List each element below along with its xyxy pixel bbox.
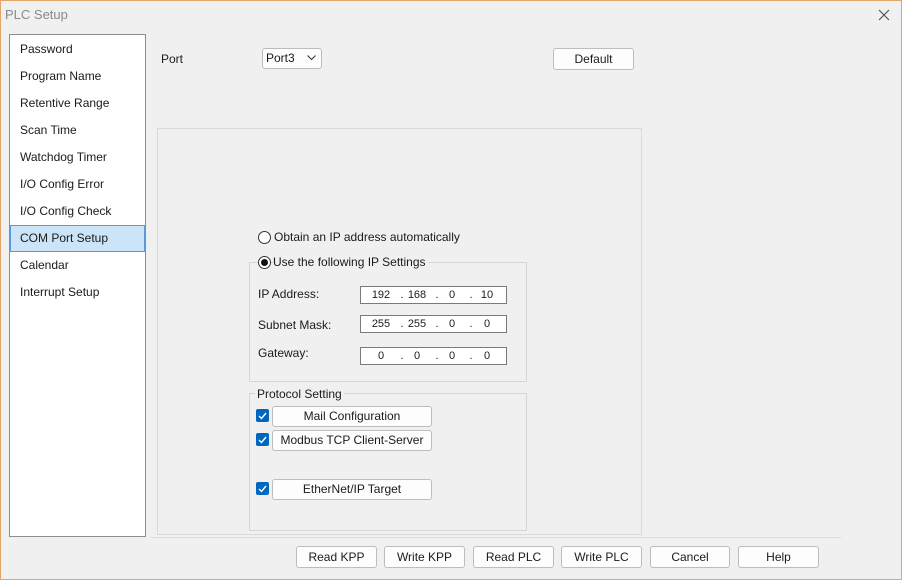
subnet-mask-label: Subnet Mask: [258, 318, 332, 332]
mask-octet-3: 0 [448, 318, 456, 330]
modbus-tcp-button[interactable]: Modbus TCP Client-Server [272, 430, 432, 451]
ip-octet-1: 192 [371, 289, 391, 301]
ethernet-ip-target-button[interactable]: EtherNet/IP Target [272, 479, 432, 500]
nav-item-retentive-range[interactable]: Retentive Range [10, 90, 145, 117]
nav-item-password[interactable]: Password [10, 36, 145, 63]
ip-separator: . [469, 318, 473, 330]
gateway-octet-1: 0 [377, 350, 385, 362]
write-plc-button[interactable]: Write PLC [561, 546, 642, 568]
port-select-value: Port3 [266, 51, 295, 65]
nav-item-scan-time[interactable]: Scan Time [10, 117, 145, 144]
nav-item-program-name[interactable]: Program Name [10, 63, 145, 90]
close-icon [878, 9, 890, 21]
checkmark-icon [258, 485, 267, 493]
plc-setup-window: PLC Setup Password Program Name Retentiv… [0, 0, 902, 580]
close-button[interactable] [873, 4, 895, 26]
nav-item-io-config-error[interactable]: I/O Config Error [10, 171, 145, 198]
chevron-down-icon [307, 55, 316, 61]
title-bar: PLC Setup [1, 1, 901, 29]
manual-ip-radio[interactable] [258, 256, 271, 269]
nav-item-com-port-setup[interactable]: COM Port Setup [10, 225, 145, 252]
modbus-checkbox[interactable] [256, 433, 269, 446]
nav-item-io-config-check[interactable]: I/O Config Check [10, 198, 145, 225]
gateway-octet-4: 0 [483, 350, 491, 362]
port-select[interactable]: Port3 [262, 48, 322, 69]
gateway-octet-3: 0 [448, 350, 456, 362]
mail-checkbox[interactable] [256, 409, 269, 422]
ip-separator: . [469, 289, 473, 301]
default-button[interactable]: Default [553, 48, 634, 70]
ip-address-input[interactable]: 192 . 168 . 0 . 10 [360, 286, 507, 304]
help-button[interactable]: Help [738, 546, 819, 568]
read-plc-button[interactable]: Read PLC [473, 546, 554, 568]
checkmark-icon [258, 412, 267, 420]
port-label: Port [161, 52, 184, 66]
protocol-setting-title: Protocol Setting [255, 387, 344, 401]
nav-item-watchdog-timer[interactable]: Watchdog Timer [10, 144, 145, 171]
mask-octet-2: 255 [407, 318, 427, 330]
ip-octet-4: 10 [480, 289, 494, 301]
mask-octet-4: 0 [483, 318, 491, 330]
mail-configuration-button[interactable]: Mail Configuration [272, 406, 432, 427]
ip-octet-2: 168 [407, 289, 427, 301]
subnet-mask-input[interactable]: 255 . 255 . 0 . 0 [360, 315, 507, 333]
ip-separator: . [469, 350, 473, 362]
ip-address-label: IP Address: [258, 287, 320, 301]
gateway-label: Gateway: [258, 346, 309, 360]
footer-divider [151, 537, 841, 538]
read-kpp-button[interactable]: Read KPP [296, 546, 377, 568]
gateway-input[interactable]: 0 . 0 . 0 . 0 [360, 347, 507, 365]
auto-ip-label: Obtain an IP address automatically [274, 230, 460, 244]
write-kpp-button[interactable]: Write KPP [384, 546, 465, 568]
checkmark-icon [258, 436, 267, 444]
ethernet-ip-checkbox[interactable] [256, 482, 269, 495]
manual-ip-label: Use the following IP Settings [273, 255, 428, 269]
nav-item-calendar[interactable]: Calendar [10, 252, 145, 279]
auto-ip-radio[interactable] [258, 231, 271, 244]
ip-octet-3: 0 [448, 289, 456, 301]
mask-octet-1: 255 [371, 318, 391, 330]
gateway-octet-2: 0 [413, 350, 421, 362]
settings-nav-list[interactable]: Password Program Name Retentive Range Sc… [9, 34, 146, 537]
window-title: PLC Setup [5, 7, 68, 22]
cancel-button[interactable]: Cancel [650, 546, 730, 568]
nav-item-interrupt-setup[interactable]: Interrupt Setup [10, 279, 145, 306]
